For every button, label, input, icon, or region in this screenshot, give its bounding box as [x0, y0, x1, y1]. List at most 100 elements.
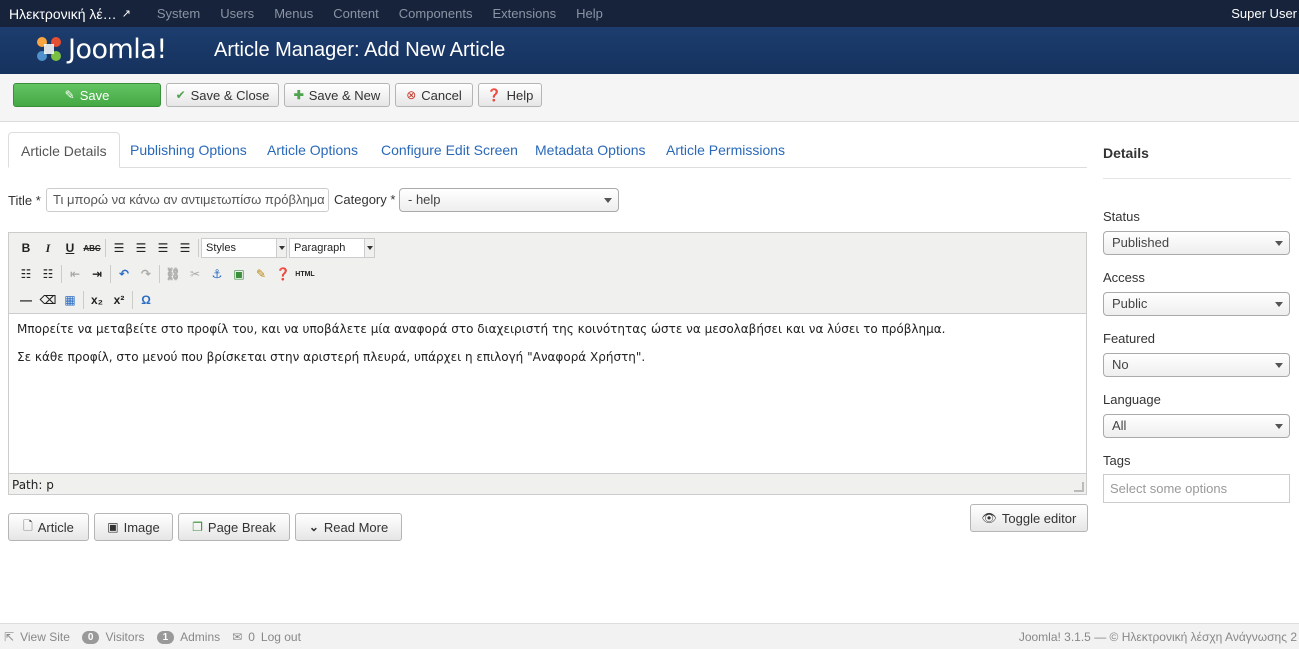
italic-icon[interactable]: I — [37, 238, 59, 258]
save-button[interactable]: ✎ Save — [13, 83, 161, 107]
menu-users[interactable]: Users — [220, 6, 254, 21]
align-left-icon[interactable]: ☰ — [108, 238, 130, 258]
edit-icon: ✎ — [64, 88, 75, 102]
tab-publishing-options[interactable]: Publishing Options — [130, 132, 247, 168]
article-tabs: Article Details Publishing Options Artic… — [8, 132, 1087, 168]
content-paragraph: Σε κάθε προφίλ, στο μενού που βρίσκεται … — [17, 350, 646, 364]
toolbar-separator — [110, 265, 111, 283]
outdent-icon[interactable]: ⇤ — [64, 264, 86, 284]
tags-input[interactable]: Select some options — [1103, 474, 1290, 503]
chevron-down-icon — [604, 198, 612, 203]
chevron-down-icon — [1275, 363, 1283, 368]
help-icon[interactable]: ❓ — [272, 264, 294, 284]
status-footer: ⇱ View Site 0 Visitors 1 Admins ✉ 0 Log … — [0, 623, 1299, 649]
toolbar-separator — [132, 291, 133, 309]
chevron-down-icon — [276, 239, 286, 257]
strikethrough-icon[interactable]: ABC — [81, 238, 103, 258]
toolbar: ✎ Save ✔ Save & Close ✚ Save & New ⊗ Can… — [0, 74, 1299, 122]
visitors-label: Visitors — [105, 630, 145, 644]
insert-image-button[interactable]: ▣ Image — [94, 513, 173, 541]
numbered-list-icon[interactable]: ☷ — [37, 264, 59, 284]
page-break-button[interactable]: ❐ Page Break — [178, 513, 290, 541]
chevron-down-icon — [1275, 302, 1283, 307]
site-link[interactable]: Ηλεκτρονική λέ… ↗ — [0, 6, 157, 22]
toolbar-separator — [83, 291, 84, 309]
view-site-link[interactable]: View Site — [20, 630, 70, 644]
user-menu[interactable]: Super User — [1231, 6, 1297, 21]
title-input[interactable]: Τι μπορώ να κάνω αν αντιμετωπίσω πρόβλημ… — [46, 188, 329, 212]
table-icon[interactable]: ▦ — [59, 290, 81, 310]
details-heading: Details — [1103, 145, 1149, 161]
menu-help[interactable]: Help — [576, 6, 603, 21]
question-icon: ❓ — [486, 88, 502, 102]
indent-icon[interactable]: ⇥ — [86, 264, 108, 284]
anchor-icon[interactable]: ⚓ — [206, 264, 228, 284]
category-select[interactable]: - help — [399, 188, 619, 212]
envelope-icon: ✉ — [232, 630, 243, 644]
category-value: - help — [408, 192, 441, 207]
language-select[interactable]: All — [1103, 414, 1290, 438]
subscript-icon[interactable]: x₂ — [86, 290, 108, 310]
redo-icon[interactable]: ↷ — [135, 264, 157, 284]
tab-metadata-options[interactable]: Metadata Options — [535, 132, 646, 168]
status-select[interactable]: Published — [1103, 231, 1290, 255]
cancel-button[interactable]: ⊗ Cancel — [395, 83, 473, 107]
plus-icon: ✚ — [293, 88, 304, 102]
superscript-icon[interactable]: x² — [108, 290, 130, 310]
admins-label: Admins — [180, 630, 221, 644]
resize-grip-icon[interactable] — [1074, 482, 1084, 492]
admin-menubar: Ηλεκτρονική λέ… ↗ System Users Menus Con… — [0, 0, 1299, 27]
editor-path: Path: p — [12, 478, 54, 492]
toggle-editor-button[interactable]: 👁 Toggle editor — [970, 504, 1088, 532]
cleanup-icon[interactable]: ✎ — [250, 264, 272, 284]
cancel-icon: ⊗ — [406, 88, 417, 102]
insert-image-icon[interactable]: ▣ — [228, 264, 250, 284]
checkmark-icon: ✔ — [175, 88, 186, 102]
align-right-icon[interactable]: ☰ — [152, 238, 174, 258]
styles-dropdown[interactable]: Styles — [201, 238, 287, 258]
eye-icon: 👁 — [981, 511, 997, 525]
picture-icon: ▣ — [107, 520, 119, 534]
menu-system[interactable]: System — [157, 6, 200, 21]
menu-components[interactable]: Components — [399, 6, 473, 21]
share-icon: ⇱ — [4, 630, 15, 644]
editor-content[interactable]: Μπορείτε να μεταβείτε στο προφίλ του, κα… — [9, 313, 1086, 474]
featured-label: Featured — [1103, 331, 1156, 346]
link-icon[interactable]: ⛓ — [162, 264, 184, 284]
html-icon[interactable]: HTML — [294, 264, 316, 284]
menu-content[interactable]: Content — [333, 6, 379, 21]
menu-extensions[interactable]: Extensions — [492, 6, 556, 21]
eraser-icon[interactable]: ⌫ — [37, 290, 59, 310]
tab-configure-edit-screen[interactable]: Configure Edit Screen — [381, 132, 518, 168]
chevron-down-icon — [1275, 241, 1283, 246]
save-new-button[interactable]: ✚ Save & New — [284, 83, 390, 107]
horizontal-rule-icon[interactable]: — — [15, 290, 37, 310]
tab-article-options[interactable]: Article Options — [267, 132, 358, 168]
tab-article-details[interactable]: Article Details — [8, 132, 120, 168]
tab-article-permissions[interactable]: Article Permissions — [666, 132, 785, 168]
format-dropdown[interactable]: Paragraph — [289, 238, 375, 258]
special-char-icon[interactable]: Ω — [135, 290, 157, 310]
align-center-icon[interactable]: ☰ — [130, 238, 152, 258]
external-link-icon: ↗ — [121, 8, 131, 20]
insert-article-button[interactable]: 🗋 Article — [8, 513, 89, 541]
help-button[interactable]: ❓ Help — [478, 83, 542, 107]
chevron-down-icon — [364, 239, 374, 257]
editor-toolbar-row-3: — ⌫ ▦ x₂ x² Ω — [15, 289, 157, 311]
bullet-list-icon[interactable]: ☷ — [15, 264, 37, 284]
page-header: Joomla! Article Manager: Add New Article — [0, 27, 1299, 74]
read-more-button[interactable]: ⌄ Read More — [295, 513, 402, 541]
access-select[interactable]: Public — [1103, 292, 1290, 316]
bold-icon[interactable]: B — [15, 238, 37, 258]
undo-icon[interactable]: ↶ — [113, 264, 135, 284]
toolbar-separator — [198, 239, 199, 257]
underline-icon[interactable]: U — [59, 238, 81, 258]
toolbar-separator — [105, 239, 106, 257]
menu-menus[interactable]: Menus — [274, 6, 313, 21]
unlink-icon[interactable]: ✂ — [184, 264, 206, 284]
featured-select[interactable]: No — [1103, 353, 1290, 377]
messages-count: 0 — [248, 630, 255, 644]
align-justify-icon[interactable]: ☰ — [174, 238, 196, 258]
logout-link[interactable]: Log out — [261, 630, 301, 644]
save-close-button[interactable]: ✔ Save & Close — [166, 83, 279, 107]
